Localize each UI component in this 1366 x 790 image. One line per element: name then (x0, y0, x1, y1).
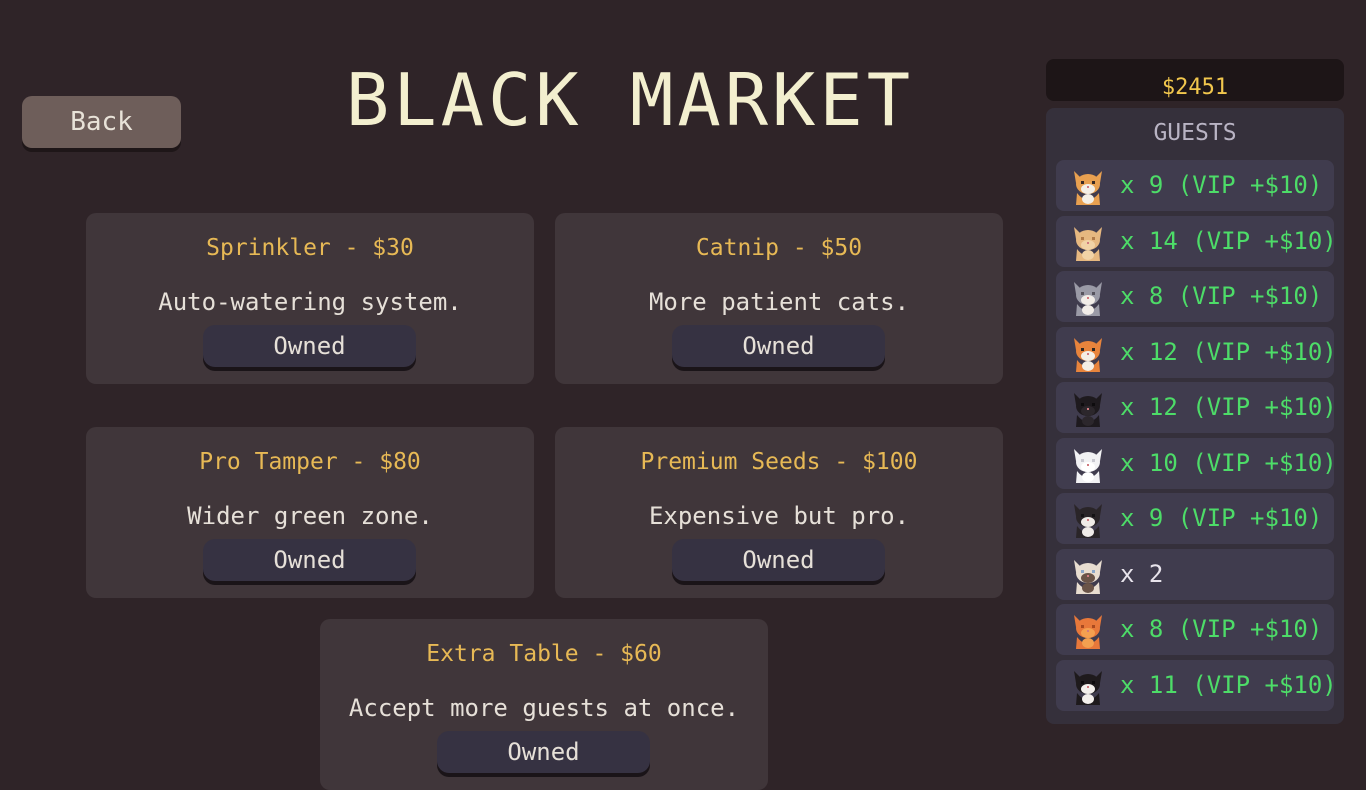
guest-row: x 10 (VIP +$10) (1056, 437, 1337, 489)
long-haired-cream-cat-icon (1074, 226, 1102, 261)
shop-item-card: Sprinkler - $30 Auto-watering system. Ow… (86, 213, 534, 384)
guest-count: x 9 (VIP +$10) (1120, 504, 1323, 532)
orange-white-calico-cat-icon (1074, 337, 1102, 372)
item-name: Pro Tamper - $80 (199, 449, 421, 475)
gray-tabby-cat-icon (1074, 282, 1102, 316)
owned-button[interactable]: Owned (672, 325, 885, 367)
guest-count: x 8 (VIP +$10) (1120, 282, 1323, 310)
back-button[interactable]: Back (22, 96, 181, 148)
owned-button[interactable]: Owned (437, 731, 650, 773)
guest-row: x 12 (VIP +$10) (1056, 382, 1337, 433)
owned-button[interactable]: Owned (203, 539, 416, 581)
guest-row: x 9 (VIP +$10) (1056, 493, 1334, 544)
guest-count: x 8 (VIP +$10) (1120, 615, 1323, 643)
item-description: Wider green zone. (187, 502, 433, 530)
guest-count: x 11 (VIP +$10) (1120, 670, 1337, 699)
guest-count: x 10 (VIP +$10) (1120, 448, 1337, 477)
guest-count: x 12 (VIP +$10) (1120, 337, 1337, 366)
item-description: More patient cats. (648, 288, 910, 316)
guest-count: x 2 (1120, 559, 1164, 588)
guest-row: x 9 (VIP +$10) (1056, 160, 1334, 211)
item-description: Expensive but pro. (648, 502, 910, 530)
item-name: Premium Seeds - $100 (640, 449, 918, 475)
shop-item-card: Catnip - $50 More patient cats. Owned (555, 213, 1003, 384)
owned-button[interactable]: Owned (203, 325, 416, 367)
siamese-cat-icon (1074, 559, 1102, 594)
item-name: Extra Table - $60 (426, 641, 662, 667)
item-name: Sprinkler - $30 (206, 235, 414, 261)
guest-row: x 12 (VIP +$10) (1056, 326, 1337, 378)
white-persian-cat-icon (1074, 448, 1102, 483)
guest-count: x 12 (VIP +$10) (1120, 393, 1337, 421)
guest-row: x 8 (VIP +$10) (1056, 604, 1334, 655)
owned-button[interactable]: Owned (672, 539, 885, 581)
black-longhair-cat-icon (1074, 393, 1102, 427)
money-display: $2451 (1046, 59, 1344, 101)
guest-count: x 14 (VIP +$10) (1120, 226, 1337, 255)
guests-title: GUESTS (1153, 120, 1237, 146)
tuxedo-cat-icon (1074, 670, 1102, 705)
guest-row: x 8 (VIP +$10) (1056, 271, 1334, 322)
orange-tabby-cat-icon (1074, 615, 1102, 649)
tuxedo-longhair-cat-icon (1074, 504, 1102, 538)
item-description: Accept more guests at once. (348, 694, 740, 722)
item-description: Auto-watering system. (158, 288, 462, 316)
guest-row: x 2 (1056, 548, 1334, 600)
shop-item-card: Extra Table - $60 Accept more guests at … (320, 619, 768, 790)
guest-row: x 14 (VIP +$10) (1056, 215, 1337, 267)
shop-item-card: Premium Seeds - $100 Expensive but pro. … (555, 427, 1003, 598)
guests-panel: GUESTS x 9 (VIP +$10) x 14 (VIP +$10) x 8 … (1046, 108, 1344, 724)
guest-row: x 11 (VIP +$10) (1056, 659, 1337, 711)
shop-item-card: Pro Tamper - $80 Wider green zone. Owned (86, 427, 534, 598)
guest-count: x 9 (VIP +$10) (1120, 171, 1323, 199)
calico-cat-icon (1074, 171, 1102, 205)
item-name: Catnip - $50 (695, 235, 863, 261)
